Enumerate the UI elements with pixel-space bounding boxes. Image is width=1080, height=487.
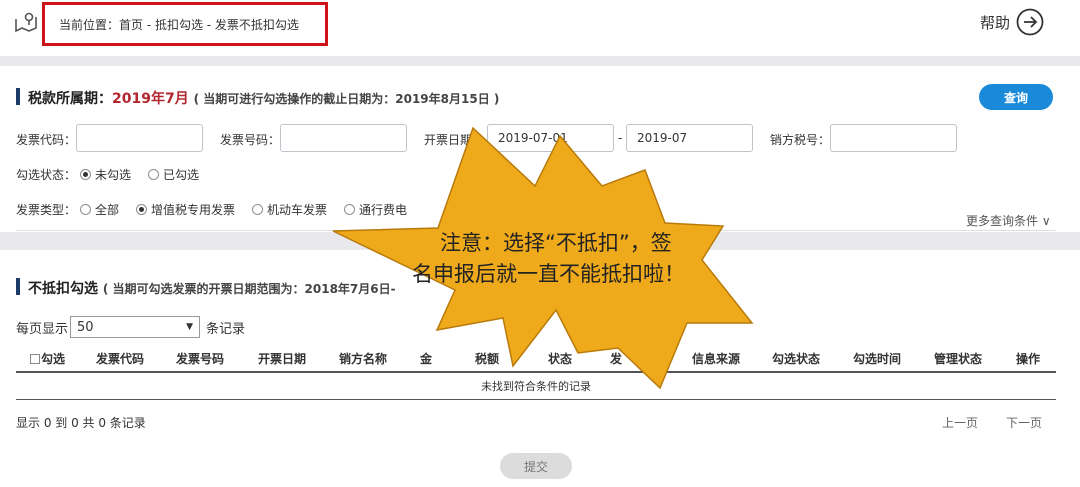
radio-selected-icon <box>136 204 147 215</box>
status-radio-unchecked[interactable]: 未勾选 <box>80 166 131 183</box>
checkbox-icon <box>30 354 40 364</box>
notice-line-1: 注意：选择“不抵扣”，签 <box>440 231 672 255</box>
column-header: 操作 <box>1016 352 1041 366</box>
status-radio-checked[interactable]: 已勾选 <box>148 166 199 183</box>
radio-label: 机动车发票 <box>267 203 328 217</box>
column-header: 勾选时间 <box>853 352 902 366</box>
column-header: 开票日期 <box>258 352 307 366</box>
period-label: 税款所属期： <box>28 91 112 107</box>
type-radio-vehicle[interactable]: 机动车发票 <box>252 201 327 218</box>
column-header: 管理状态 <box>934 352 983 366</box>
column-header: 勾选 <box>41 352 66 366</box>
status-label: 勾选状态： <box>16 168 77 182</box>
per-page-select[interactable]: 50 ▼ <box>70 316 201 338</box>
help-label: 帮助 <box>979 13 1010 32</box>
query-button[interactable]: 查询 <box>979 84 1053 110</box>
section-marker <box>16 278 20 295</box>
arrow-right-circle-icon <box>1016 8 1044 36</box>
more-conditions-link[interactable]: 更多查询条件 ∨ <box>966 212 1051 229</box>
prev-page-link[interactable]: 上一页 <box>942 414 978 431</box>
period-value: 2019年7月 <box>112 91 189 107</box>
next-page-link[interactable]: 下一页 <box>1006 414 1042 431</box>
radio-label: 增值税专用发票 <box>151 203 236 217</box>
radio-label: 未勾选 <box>95 168 132 182</box>
type-radio-all[interactable]: 全部 <box>80 201 119 218</box>
select-all-checkbox[interactable]: 勾选 <box>30 350 65 367</box>
radio-icon <box>148 169 159 180</box>
column-header: 勾选状态 <box>772 352 821 366</box>
per-page-suffix: 条记录 <box>206 321 246 337</box>
radio-selected-icon <box>80 169 91 180</box>
type-radio-vat-special[interactable]: 增值税专用发票 <box>136 201 235 218</box>
notice-line-2: 名申报后就一直不能抵扣啦！ <box>412 262 685 286</box>
breadcrumb: 当前位置：首页 - 抵扣勾选 - 发票不抵扣勾选 <box>42 2 328 46</box>
radio-icon <box>80 204 91 215</box>
type-label: 发票类型： <box>16 203 77 217</box>
invoice-code-input[interactable] <box>76 124 203 152</box>
radio-label: 已勾选 <box>163 168 200 182</box>
top-bar: 当前位置：首页 - 抵扣勾选 - 发票不抵扣勾选 帮助 <box>0 0 1080 56</box>
per-page-value: 50 <box>77 319 94 335</box>
map-location-icon <box>15 12 37 33</box>
seller-tax-label: 销方税号： <box>770 133 831 147</box>
per-page-label: 每页显示 <box>16 321 69 337</box>
per-page-control: 每页显示 50 ▼ 条记录 <box>16 316 245 338</box>
column-header: 发票号码 <box>176 352 225 366</box>
record-info: 显示 0 到 0 共 0 条记录 <box>16 416 146 430</box>
list-title-text: 不抵扣勾选 <box>28 281 98 297</box>
invoice-no-label: 发票号码： <box>220 133 281 147</box>
submit-button[interactable]: 提交 <box>500 453 572 479</box>
seller-tax-input[interactable] <box>830 124 957 152</box>
radio-icon <box>252 204 263 215</box>
column-header: 发票代码 <box>96 352 145 366</box>
section-marker <box>16 88 20 105</box>
invoice-code-label: 发票代码： <box>16 133 77 147</box>
radio-label: 全部 <box>95 203 120 217</box>
help-button[interactable]: 帮助 <box>980 8 1044 36</box>
caret-down-icon: ▼ <box>186 322 194 332</box>
